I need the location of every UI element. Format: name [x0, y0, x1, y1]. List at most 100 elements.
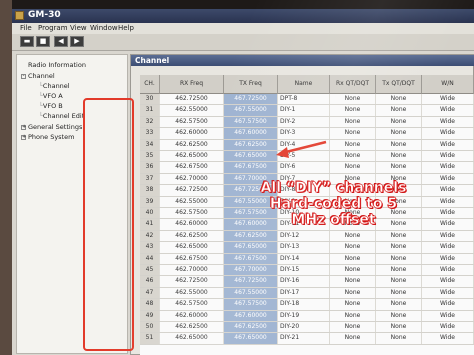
cell-rx-freq[interactable]: 462.62500 — [160, 230, 224, 242]
menu-window[interactable]: Window — [90, 24, 118, 32]
cell-wide-narrow[interactable]: Wide — [422, 151, 474, 162]
cell-wide-narrow[interactable]: Wide — [422, 116, 474, 128]
cell-tx-freq[interactable]: 467.67500 — [224, 162, 278, 173]
cell-rx-qt-dqt[interactable]: None — [330, 253, 376, 264]
cell-tx-freq[interactable]: 467.60000 — [224, 128, 278, 139]
cell-wide-narrow[interactable]: Wide — [422, 139, 474, 150]
cell-ch-number[interactable]: 43 — [140, 242, 160, 253]
cell-channel-name[interactable]: DIY-1 — [278, 105, 330, 116]
cell-ch-number[interactable]: 41 — [140, 219, 160, 230]
cell-tx-qt-dqt[interactable]: None — [376, 265, 422, 276]
cell-channel-name[interactable]: DIY-5 — [278, 151, 330, 162]
cell-rx-freq[interactable]: 462.57500 — [160, 116, 224, 128]
cell-rx-freq[interactable]: 462.60000 — [160, 219, 224, 230]
column-header-rx-qt-dqt[interactable]: Rx QT/DQT — [330, 75, 376, 94]
table-row[interactable]: 34 462.62500 467.62500 DIY-4 None None Wide — [140, 139, 474, 151]
cell-rx-qt-dqt[interactable]: None — [330, 128, 376, 139]
cell-channel-name[interactable]: DIY-13 — [278, 242, 330, 253]
cell-tx-qt-dqt[interactable]: None — [376, 276, 422, 287]
cell-rx-freq[interactable]: 462.60000 — [160, 128, 224, 139]
cell-ch-number[interactable]: 45 — [140, 265, 160, 276]
table-row[interactable]: 36 462.67500 467.67500 DIY-6 None None Wide — [140, 162, 474, 174]
tree-item[interactable]: + Phone System — [21, 133, 74, 141]
cell-channel-name[interactable]: DIY-14 — [278, 253, 330, 264]
tree-item[interactable]: - Channel — [21, 72, 55, 80]
cell-tx-freq[interactable]: 467.62500 — [224, 139, 278, 150]
cell-channel-name[interactable]: DIY-4 — [278, 139, 330, 150]
cell-rx-qt-dqt[interactable]: None — [330, 94, 376, 105]
cell-wide-narrow[interactable]: Wide — [422, 94, 474, 105]
tree-item[interactable]: └VFO A — [39, 92, 63, 100]
cell-rx-qt-dqt[interactable]: None — [330, 333, 376, 344]
cell-rx-qt-dqt[interactable]: None — [330, 151, 376, 162]
read-radio-icon[interactable]: ◀ — [54, 36, 68, 47]
column-header-tx-qt-dqt[interactable]: Tx QT/DQT — [376, 75, 422, 94]
cell-wide-narrow[interactable]: Wide — [422, 299, 474, 310]
cell-rx-qt-dqt[interactable]: None — [330, 162, 376, 173]
cell-tx-freq[interactable]: 467.72500 — [224, 94, 278, 105]
cell-channel-name[interactable]: DIY-21 — [278, 333, 330, 344]
table-row[interactable]: 30 462.72500 467.72500 DPT-8 None None Wide — [140, 94, 474, 106]
cell-tx-qt-dqt[interactable]: None — [376, 253, 422, 264]
cell-ch-number[interactable]: 35 — [140, 151, 160, 162]
cell-wide-narrow[interactable]: Wide — [422, 196, 474, 207]
cell-tx-freq[interactable]: 467.65000 — [224, 333, 278, 344]
cell-rx-freq[interactable]: 462.55000 — [160, 287, 224, 299]
cell-ch-number[interactable]: 50 — [140, 322, 160, 333]
column-header-channel-name[interactable]: Name — [278, 75, 330, 94]
cell-wide-narrow[interactable]: Wide — [422, 128, 474, 139]
cell-wide-narrow[interactable]: Wide — [422, 287, 474, 299]
cell-rx-qt-dqt[interactable]: None — [330, 116, 376, 128]
cell-wide-narrow[interactable]: Wide — [422, 185, 474, 196]
cell-tx-qt-dqt[interactable]: None — [376, 333, 422, 344]
table-row[interactable]: 51 462.65000 467.65000 DIY-21 None None Wide — [140, 333, 474, 345]
cell-channel-name[interactable]: DIY-2 — [278, 116, 330, 128]
cell-tx-freq[interactable]: 467.60000 — [224, 310, 278, 321]
table-row[interactable]: 48 462.57500 467.57500 DIY-18 None None Wide — [140, 299, 474, 311]
cell-rx-freq[interactable]: 462.55000 — [160, 105, 224, 116]
cell-channel-name[interactable]: DIY-6 — [278, 162, 330, 173]
table-row[interactable]: 47 462.55000 467.55000 DIY-17 None None Wide — [140, 287, 474, 300]
table-row[interactable]: 45 462.70000 467.70000 DIY-15 None None Wide — [140, 265, 474, 277]
cell-tx-freq[interactable]: 467.65000 — [224, 242, 278, 253]
column-header-tx-freq[interactable]: TX Freq — [224, 75, 278, 94]
cell-rx-qt-dqt[interactable]: None — [330, 105, 376, 116]
cell-tx-freq[interactable]: 467.65000 — [224, 151, 278, 162]
cell-rx-freq[interactable]: 462.55000 — [160, 196, 224, 207]
cell-tx-qt-dqt[interactable]: None — [376, 151, 422, 162]
column-header-wide-narrow[interactable]: W/N — [422, 75, 474, 94]
table-row[interactable]: 46 462.72500 467.72500 DIY-16 None None Wide — [140, 276, 474, 288]
cell-rx-freq[interactable]: 462.60000 — [160, 310, 224, 321]
cell-tx-qt-dqt[interactable]: None — [376, 322, 422, 333]
cell-tx-qt-dqt[interactable]: None — [376, 230, 422, 242]
cell-rx-freq[interactable]: 462.57500 — [160, 299, 224, 310]
cell-tx-freq[interactable]: 467.72500 — [224, 276, 278, 287]
cell-channel-name[interactable]: DIY-15 — [278, 265, 330, 276]
cell-rx-qt-dqt[interactable]: None — [330, 139, 376, 150]
cell-rx-freq[interactable]: 462.70000 — [160, 173, 224, 185]
cell-ch-number[interactable]: 37 — [140, 173, 160, 185]
menu-help[interactable]: Help — [118, 24, 134, 32]
cell-rx-qt-dqt[interactable]: None — [330, 242, 376, 253]
cell-wide-narrow[interactable]: Wide — [422, 230, 474, 242]
cell-tx-freq[interactable]: 467.62500 — [224, 230, 278, 242]
cell-rx-qt-dqt[interactable]: None — [330, 299, 376, 310]
cell-rx-freq[interactable]: 462.72500 — [160, 94, 224, 105]
tree-item[interactable]: └Channel — [39, 82, 70, 90]
cell-tx-freq[interactable]: 467.67500 — [224, 253, 278, 264]
table-row[interactable]: 50 462.62500 467.62500 DIY-20 None None Wide — [140, 322, 474, 334]
cell-tx-qt-dqt[interactable]: None — [376, 94, 422, 105]
cell-rx-freq[interactable]: 462.65000 — [160, 242, 224, 253]
cell-wide-narrow[interactable]: Wide — [422, 310, 474, 321]
cell-tx-qt-dqt[interactable]: None — [376, 242, 422, 253]
table-row[interactable]: 43 462.65000 467.65000 DIY-13 None None Wide — [140, 242, 474, 254]
menu-file[interactable]: File — [20, 24, 32, 32]
cell-rx-freq[interactable]: 462.57500 — [160, 208, 224, 219]
cell-rx-qt-dqt[interactable]: None — [330, 230, 376, 242]
cell-wide-narrow[interactable]: Wide — [422, 105, 474, 116]
cell-tx-freq[interactable]: 467.62500 — [224, 322, 278, 333]
cell-rx-freq[interactable]: 462.72500 — [160, 185, 224, 196]
write-radio-icon[interactable]: ▶ — [70, 36, 84, 47]
cell-tx-qt-dqt[interactable]: None — [376, 139, 422, 150]
tree-toggle-icon[interactable]: + — [21, 134, 26, 140]
